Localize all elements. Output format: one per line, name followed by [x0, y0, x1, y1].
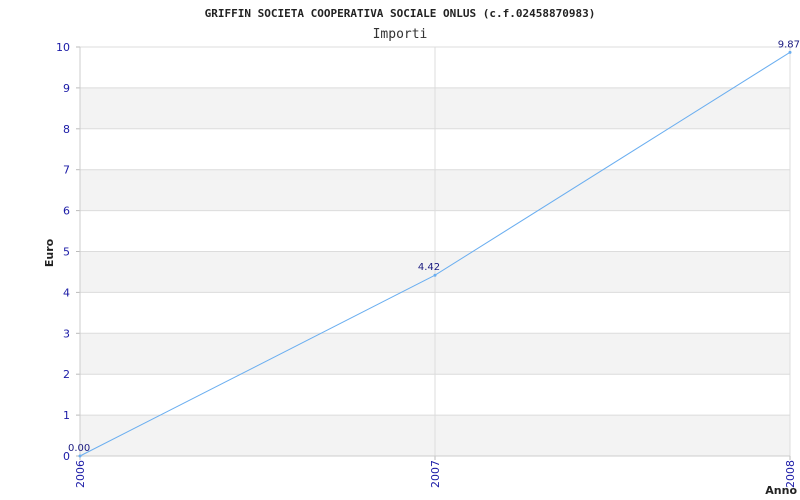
x-axis-ticks: 2006 2007 2008 — [74, 460, 797, 488]
x-tick-label: 2007 — [429, 460, 442, 488]
y-tick-label: 8 — [63, 123, 70, 136]
y-tick-label: 7 — [63, 164, 70, 177]
x-tick-label: 2006 — [74, 460, 87, 488]
data-point — [78, 454, 82, 458]
y-axis-ticks: 012345678910 — [56, 41, 70, 463]
data-point — [433, 273, 437, 277]
y-tick-label: 1 — [63, 409, 70, 422]
line-chart: GRIFFIN SOCIETA COOPERATIVA SOCIALE ONLU… — [43, 7, 800, 497]
y-tick-label: 2 — [63, 368, 70, 381]
data-label: 4.42 — [418, 262, 440, 273]
chart-title: GRIFFIN SOCIETA COOPERATIVA SOCIALE ONLU… — [205, 7, 596, 20]
y-tick-label: 9 — [63, 82, 70, 95]
x-axis-label: Anno — [765, 484, 797, 497]
data-point — [788, 50, 792, 54]
y-tick-label: 6 — [63, 205, 70, 218]
y-tick-label: 10 — [56, 41, 70, 54]
y-tick-label: 3 — [63, 327, 70, 340]
y-tick-label: 4 — [63, 286, 70, 299]
chart-subtitle: Importi — [373, 27, 428, 42]
y-tick-label: 5 — [63, 246, 70, 259]
y-axis-label: Euro — [43, 238, 56, 267]
data-label: 9.87 — [778, 39, 800, 50]
data-label: 0.00 — [68, 443, 90, 454]
